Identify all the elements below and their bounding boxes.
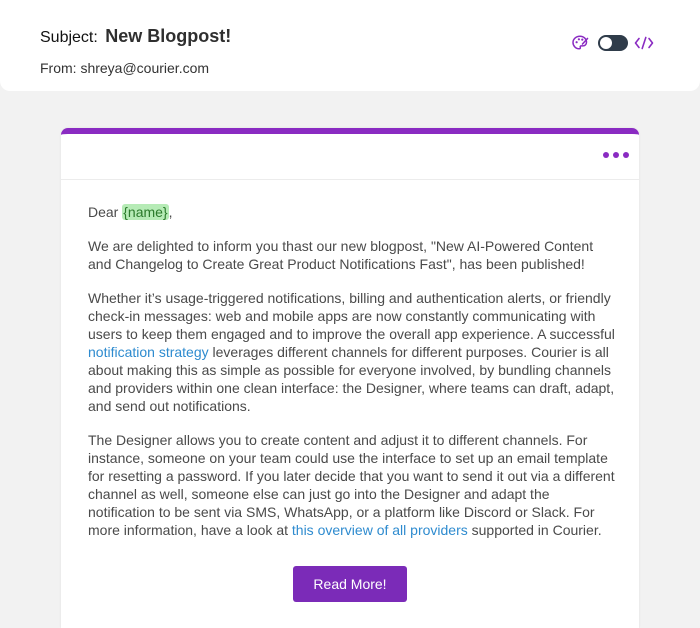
view-toggle[interactable]: [598, 35, 628, 51]
greeting: Dear {name},: [88, 203, 618, 221]
more-dot: [603, 152, 609, 158]
subject-label: Subject:: [40, 29, 98, 46]
code-icon[interactable]: [634, 36, 654, 50]
subject-value[interactable]: New Blogpost!: [105, 26, 231, 46]
email-body: Dear {name}, We are delighted to inform …: [88, 203, 618, 539]
header-tools: [571, 34, 654, 52]
paragraph-designer: The Designer allows you to create conten…: [88, 431, 618, 539]
toggle-knob: [600, 37, 612, 49]
read-more-button[interactable]: Read More!: [293, 566, 407, 602]
more-dot: [623, 152, 629, 158]
more-options-icon[interactable]: [603, 149, 629, 161]
notification-strategy-link[interactable]: notification strategy: [88, 344, 209, 360]
name-variable[interactable]: {name}: [122, 204, 169, 220]
email-header: Subject: New Blogpost! From: shreya@cour…: [0, 0, 700, 91]
paragraph-2-text-a: Whether it’s usage-triggered notificatio…: [88, 290, 615, 342]
card-toolbar: [61, 134, 639, 180]
email-preview-card: Dear {name}, We are delighted to inform …: [61, 128, 639, 628]
greeting-prefix: Dear: [88, 204, 123, 220]
more-dot: [613, 152, 619, 158]
paragraph-notifications: Whether it’s usage-triggered notificatio…: [88, 289, 618, 415]
providers-overview-link[interactable]: this overview of all providers: [292, 522, 468, 538]
from-address[interactable]: From: shreya@courier.com: [40, 60, 209, 76]
paragraph-announcement: We are delighted to inform you thast our…: [88, 238, 594, 272]
subject-line: Subject: New Blogpost!: [40, 26, 231, 47]
greeting-suffix: ,: [168, 204, 173, 220]
palette-icon[interactable]: [571, 34, 589, 52]
paragraph-3-text-b: supported in Courier.: [467, 522, 602, 538]
